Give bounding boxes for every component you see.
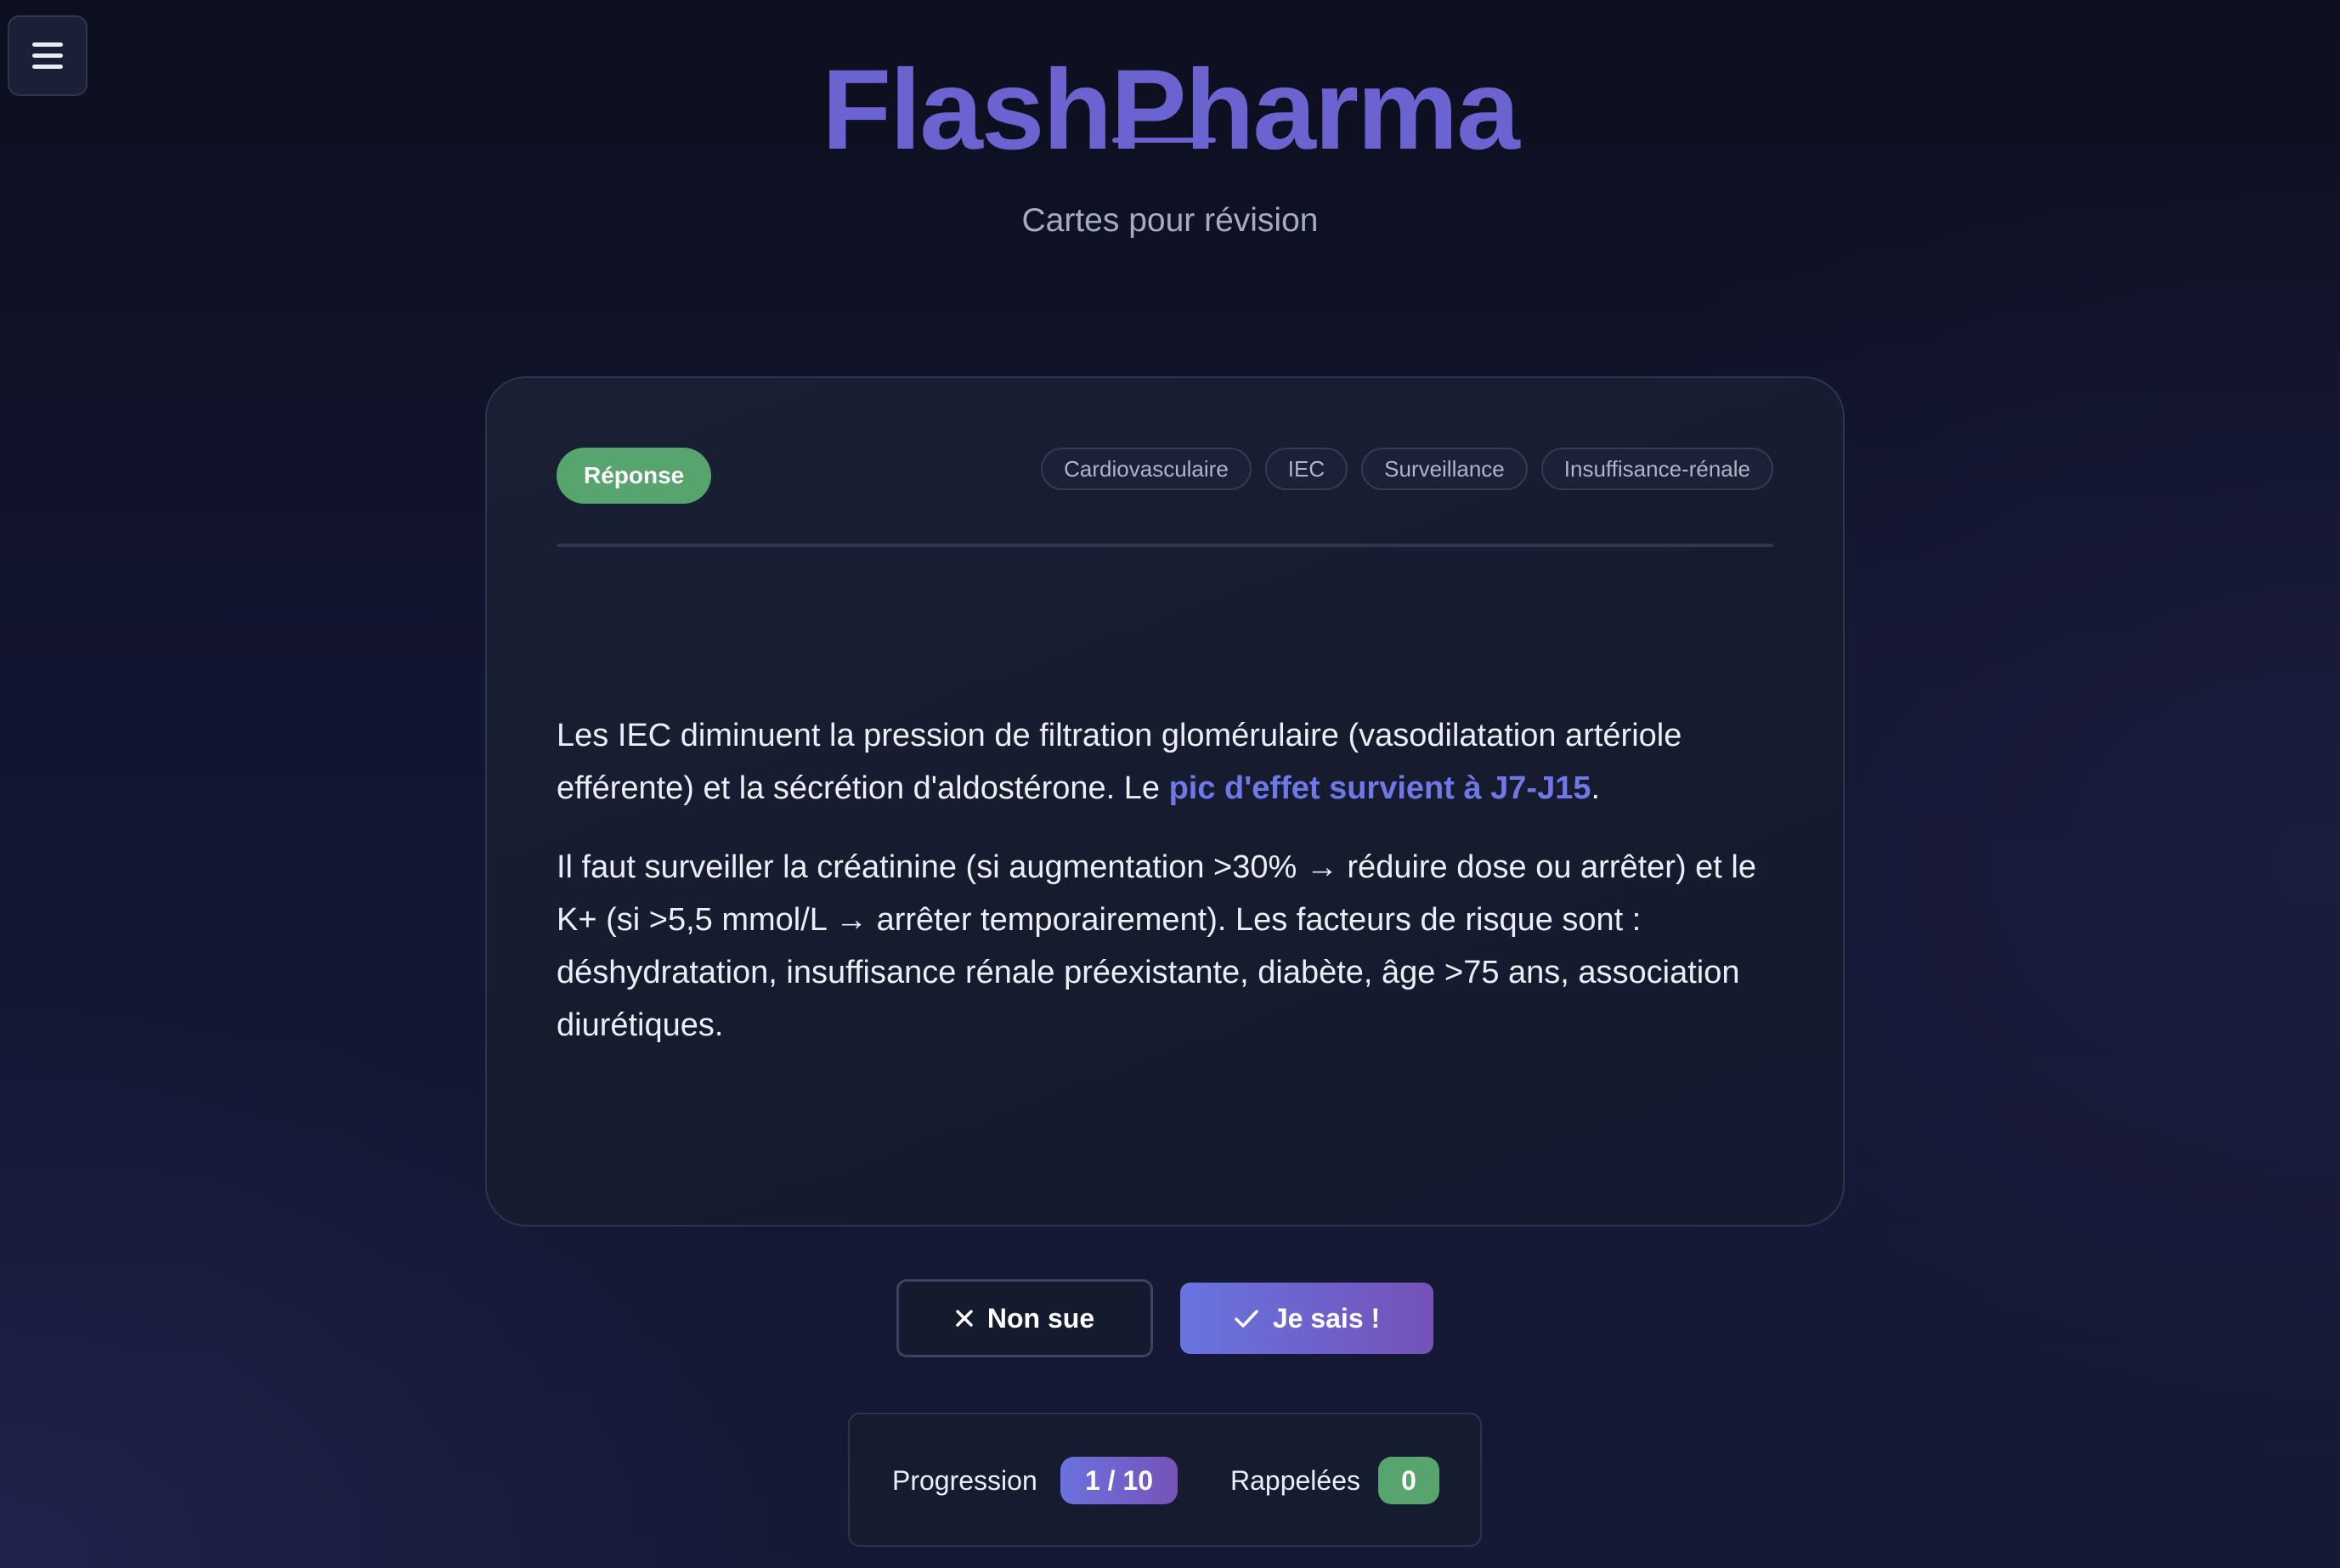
tag-surveillance: Surveillance [1361,448,1528,490]
card-side-badge: Réponse [557,448,712,504]
answer-paragraph-2: Il faut surveiller la créatinine (si aug… [557,849,1756,1043]
answer-paragraph-1: Les IEC diminuent la pression de filtrat… [557,709,1773,815]
stats-panel: Progression 1 / 10 Rappelées 0 [848,1413,1482,1547]
not-known-label: Non sue [986,1302,1095,1334]
not-known-button[interactable]: Non sue [896,1279,1153,1357]
app-header: FlashPharma [0,47,2340,174]
tag-insuffisance-renale: Insuffisance-rénale [1540,448,1773,490]
recalled-label: Rappelées [1230,1465,1360,1496]
answer-highlight: pic d'effet survient à J7-J15 [1168,770,1591,806]
progress-label: Progression [892,1465,1037,1496]
flashcard[interactable]: Réponse Cardiovasculaire IEC Surveillanc… [485,376,1845,1227]
app-title: FlashPharma [822,47,1520,173]
close-icon [956,1310,973,1327]
tag-cardiovasculaire: Cardiovasculaire [1041,448,1252,490]
check-icon [1235,1310,1258,1328]
title-underline [1112,138,1216,143]
progress-badge: 1 / 10 [1060,1457,1178,1504]
answer-text-end: . [1591,770,1601,806]
tag-iec: IEC [1264,448,1348,490]
card-divider [557,544,1773,547]
i-know-button[interactable]: Je sais ! [1180,1283,1433,1354]
recalled-badge: 0 [1378,1457,1439,1504]
i-know-label: Je sais ! [1272,1302,1381,1334]
app-subtitle: Cartes pour révision [1021,202,1319,239]
answer-text: Les IEC diminuent la pression de filtrat… [557,709,1773,1078]
card-tags: Cardiovasculaire IEC Surveillance Insuff… [1041,448,1773,490]
